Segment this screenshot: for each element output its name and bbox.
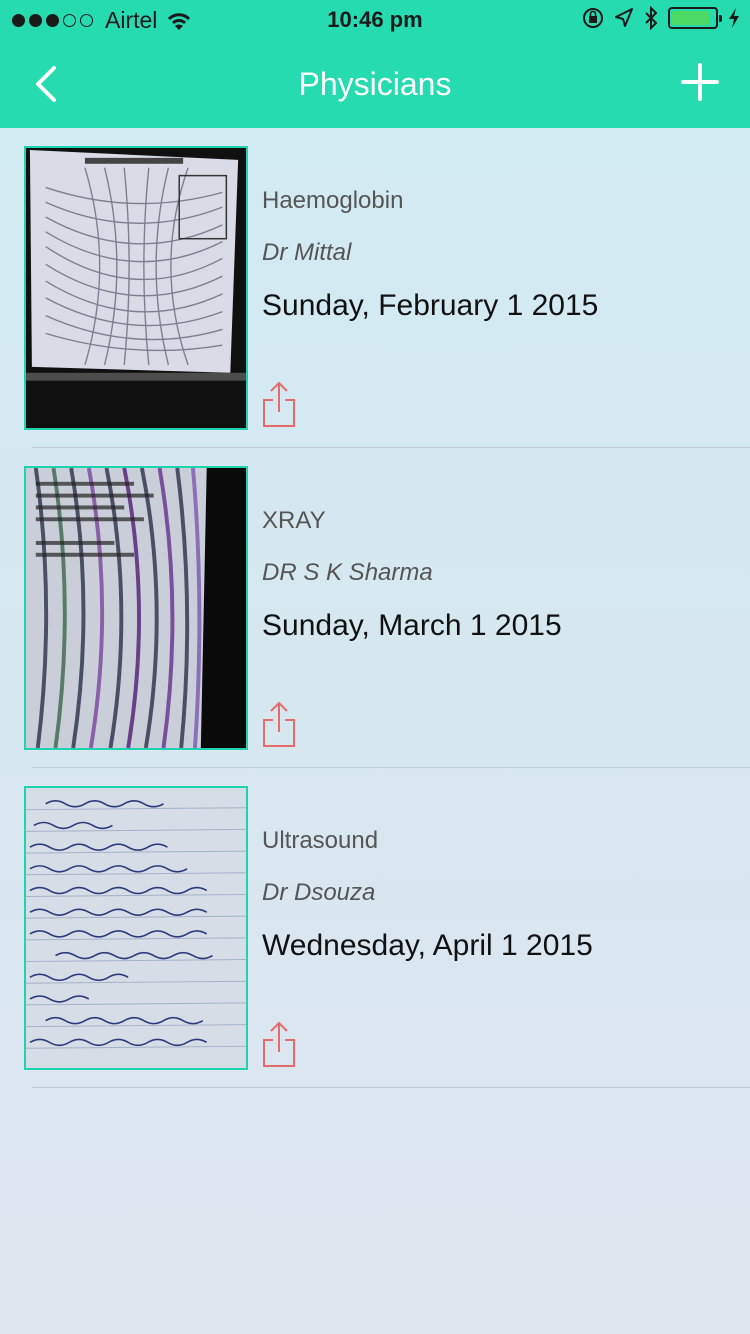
record-date: Sunday, March 1 2015 — [262, 609, 562, 642]
record-doctor: Dr Dsouza — [262, 879, 376, 906]
record-thumbnail[interactable] — [24, 786, 248, 1070]
battery-icon — [668, 7, 722, 29]
battery-level-fill — [672, 11, 710, 25]
status-bar: Airtel 10:46 pm — [0, 0, 750, 40]
share-icon[interactable] — [262, 1020, 296, 1068]
navigation-bar: Physicians — [0, 40, 750, 128]
record-row[interactable]: Ultrasound Dr Dsouza Wednesday, April 1 … — [0, 768, 750, 1088]
records-list: Haemoglobin Dr Mittal Sunday, February 1… — [0, 128, 750, 1088]
screen-document-photo — [26, 468, 246, 748]
charging-bolt-icon — [729, 8, 739, 28]
record-title: Ultrasound — [262, 827, 379, 854]
record-date: Sunday, February 1 2015 — [262, 289, 599, 322]
record-details: Ultrasound Dr Dsouza Wednesday, April 1 … — [262, 826, 740, 964]
share-icon[interactable] — [262, 380, 296, 428]
bluetooth-icon — [645, 6, 658, 30]
xray-form-photo — [26, 148, 246, 428]
record-thumbnail[interactable] — [24, 466, 248, 750]
record-doctor: Dr Mittal — [262, 239, 352, 266]
record-details: XRAY DR S K Sharma Sunday, March 1 2015 — [262, 506, 740, 644]
record-thumbnail[interactable] — [24, 146, 248, 430]
orientation-lock-icon — [583, 8, 603, 28]
record-details: Haemoglobin Dr Mittal Sunday, February 1… — [262, 186, 740, 324]
add-plus-icon[interactable] — [680, 62, 720, 102]
status-right — [582, 6, 740, 30]
location-arrow-icon — [615, 8, 633, 27]
share-icon[interactable] — [262, 700, 296, 748]
record-title: Haemoglobin — [262, 187, 404, 214]
row-separator — [32, 1087, 750, 1088]
record-title: XRAY — [262, 507, 326, 534]
app-header: Airtel 10:46 pm Physicians — [0, 0, 750, 128]
record-date: Wednesday, April 1 2015 — [262, 929, 593, 962]
record-row[interactable]: Haemoglobin Dr Mittal Sunday, February 1… — [0, 128, 750, 448]
page-title: Physicians — [298, 66, 452, 102]
record-row[interactable]: XRAY DR S K Sharma Sunday, March 1 2015 — [0, 448, 750, 768]
handwritten-notes-photo — [26, 788, 246, 1068]
record-doctor: DR S K Sharma — [262, 559, 433, 586]
